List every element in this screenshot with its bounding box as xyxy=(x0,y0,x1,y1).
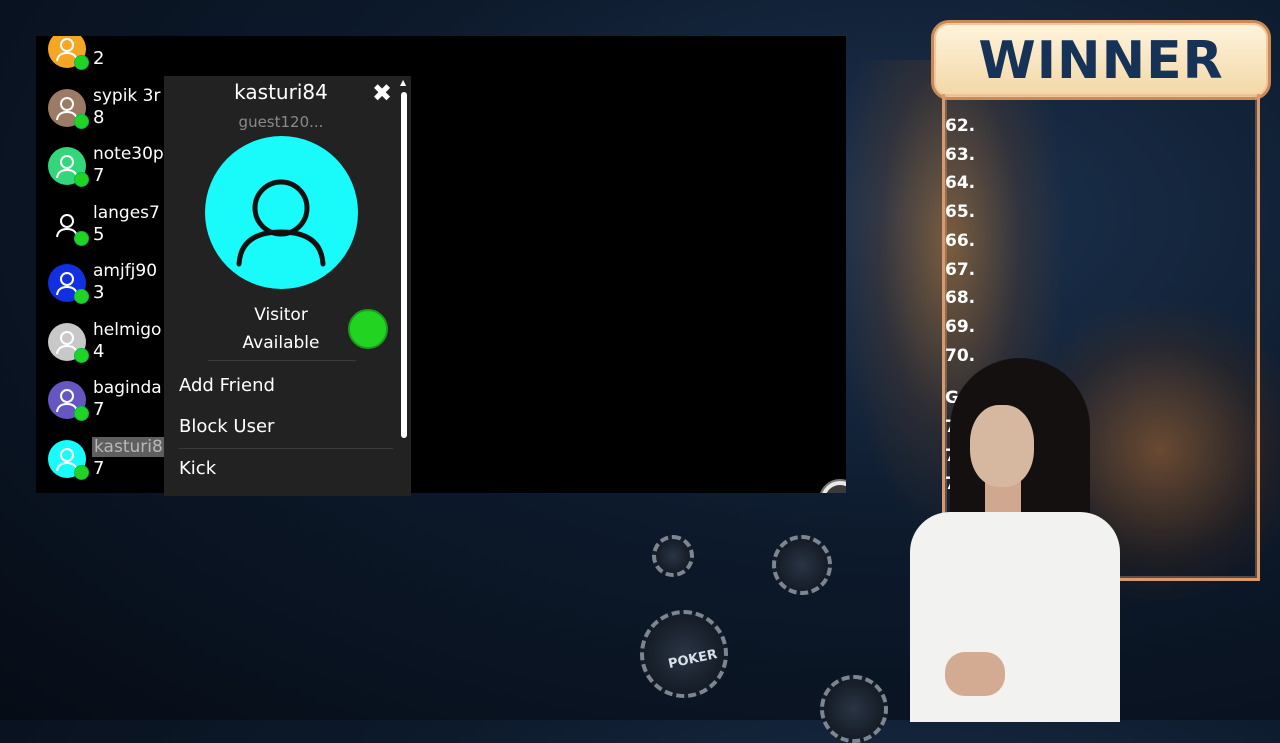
online-status-dot xyxy=(74,289,89,304)
winner-entry: 63. xyxy=(945,144,976,165)
close-icon[interactable]: ✖ xyxy=(372,79,392,107)
popup-scrollbar[interactable]: ▲ xyxy=(400,78,408,438)
add-friend-button[interactable]: Add Friend xyxy=(179,375,275,396)
user-name: amjfj90 xyxy=(93,261,158,281)
user-level: 7 xyxy=(93,165,105,186)
winner-entry: 70. xyxy=(945,345,976,366)
popup-guest-id: guest120... xyxy=(238,113,324,131)
winner-title: WINNER xyxy=(978,31,1224,91)
winner-entry: 64. xyxy=(945,173,976,194)
scroll-up-arrow-icon[interactable]: ▲ xyxy=(400,78,406,87)
winner-banner: WINNER xyxy=(931,20,1271,100)
user-avatar-icon xyxy=(236,179,326,267)
user-name: helmigo xyxy=(93,319,162,340)
user-name: sypik 3r xyxy=(93,85,161,106)
popup-role: Visitor xyxy=(254,305,308,325)
block-user-button[interactable]: Block User xyxy=(179,416,274,437)
avatar xyxy=(205,136,388,349)
winner-entry: 69. xyxy=(945,316,976,337)
host-dress xyxy=(910,512,1120,722)
divider xyxy=(179,448,393,449)
poker-chip-icon xyxy=(652,535,694,577)
winner-entry: 67. xyxy=(945,259,976,280)
user-name: kasturi8 xyxy=(92,436,165,457)
user-profile-popup: kasturi84 ✖ guest120... Visitor Availabl… xyxy=(164,76,411,496)
winner-entry: 65. xyxy=(945,202,976,223)
online-status-dot xyxy=(74,230,89,246)
user-level: 5 xyxy=(93,223,105,245)
user-name: note30p xyxy=(93,144,164,164)
user-name: langes7 xyxy=(93,202,160,223)
user-level: 3 xyxy=(93,282,105,303)
user-level: 7 xyxy=(93,457,105,479)
user-name: baginda xyxy=(93,378,162,398)
online-status-dot xyxy=(74,464,89,480)
winner-entry: 68. xyxy=(945,288,976,309)
popup-username: kasturi84 xyxy=(234,80,328,104)
online-status-dot xyxy=(74,55,89,70)
online-status-dot xyxy=(74,172,89,187)
poker-chip-icon xyxy=(820,675,888,743)
user-level: 8 xyxy=(93,106,105,128)
scrollbar-thumb[interactable] xyxy=(401,92,407,438)
chevron-down-icon xyxy=(826,485,846,493)
kick-button[interactable]: Kick xyxy=(179,458,216,479)
host-face xyxy=(970,405,1034,487)
poker-chip-icon xyxy=(772,535,832,595)
popup-status: Available xyxy=(242,333,320,353)
scroll-down-button[interactable] xyxy=(819,479,846,493)
online-status-dot xyxy=(74,347,89,363)
online-status-dot xyxy=(74,406,89,421)
winner-entry: 62. xyxy=(945,116,976,136)
host-hands xyxy=(945,652,1005,696)
user-level: 2 xyxy=(93,48,105,69)
user-level: 7 xyxy=(93,399,105,420)
online-status-dot xyxy=(74,113,89,129)
divider xyxy=(208,360,356,361)
winner-entry: 66. xyxy=(945,230,976,251)
chat-window: 2 sypik 3r 8 note30p 7 langes7 5 amjfj90 3 helmig… xyxy=(36,36,846,493)
user-level: 4 xyxy=(93,340,105,362)
